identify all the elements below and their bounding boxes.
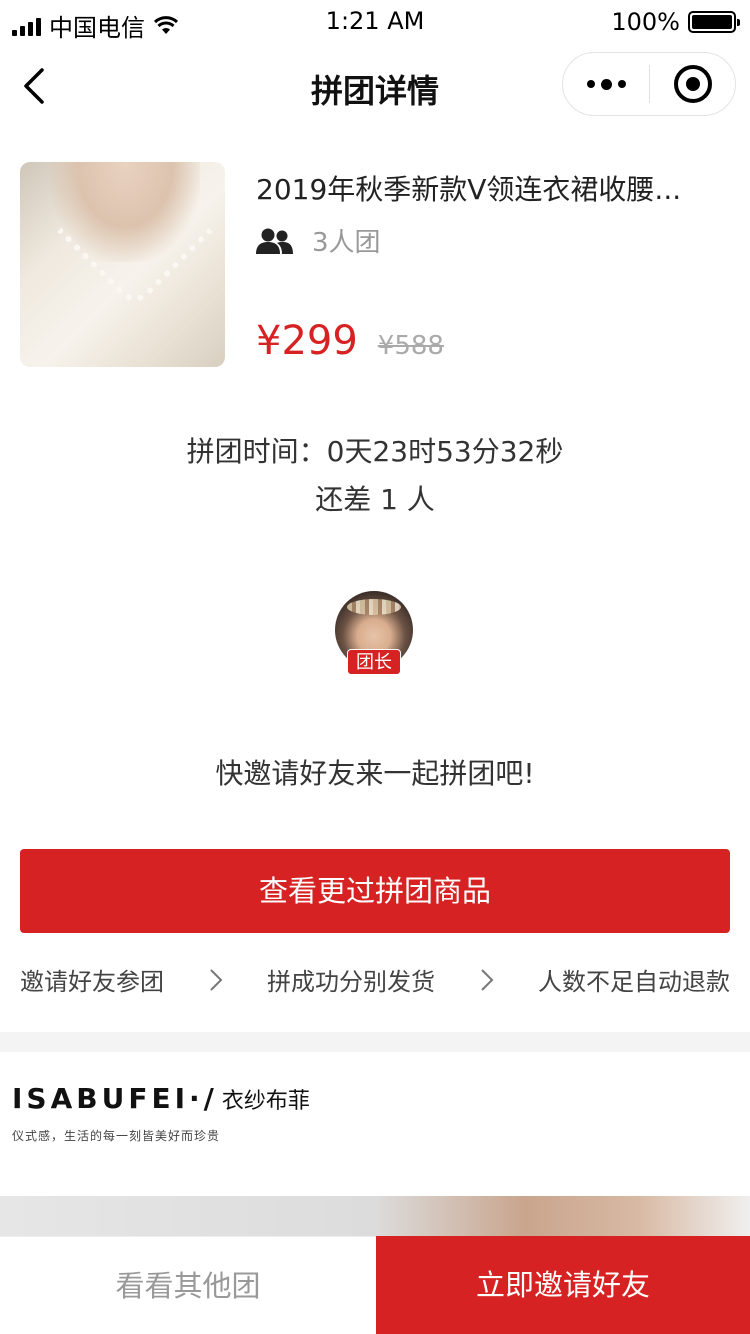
product-title: 2019年秋季新款V领连衣裙收腰... [256, 173, 682, 206]
users-icon [256, 228, 293, 254]
chevron-right-icon [480, 968, 493, 991]
group-steps: 邀请好友参团 拼成功分别发货 人数不足自动退款 [20, 962, 730, 997]
product-card[interactable]: 2019年秋季新款V领连衣裙收腰... 3人团 ¥299 ¥588 [20, 162, 730, 368]
group-leader: 团长 [335, 591, 415, 681]
invite-prompt: 快邀请好友来一起拼团吧! [215, 757, 535, 790]
brand-chinese-name: 衣纱布菲 [221, 1089, 310, 1114]
product-image[interactable] [20, 162, 225, 367]
original-price: ¥588 [377, 331, 444, 361]
group-countdown: 拼团时间：0天23时53分32秒 [186, 435, 564, 468]
status-bar: 中国电信 1:21 AM 100% [0, 0, 750, 44]
more-dot-icon [600, 78, 612, 90]
remaining-members: 还差 1 人 [315, 483, 435, 516]
miniprogram-capsule [562, 52, 736, 116]
target-icon [673, 65, 712, 103]
brand-logo: ISABUFEI·/ 衣纱布菲 [12, 1082, 310, 1115]
leader-badge: 团长 [347, 649, 401, 675]
close-miniprogram-button[interactable] [650, 53, 735, 115]
battery-icon [688, 11, 740, 33]
price-row: ¥299 ¥588 [256, 318, 444, 364]
brand-banner-image [0, 1196, 750, 1236]
view-other-groups-button[interactable]: 看看其他团 [0, 1236, 376, 1334]
invite-friends-button[interactable]: 立即邀请好友 [376, 1236, 750, 1334]
step-label: 邀请好友参团 [20, 968, 164, 996]
nav-bar: 拼团详情 [0, 44, 750, 130]
more-button[interactable] [563, 53, 649, 115]
chevron-right-icon [209, 968, 222, 991]
group-size-label: 3人团 [312, 228, 381, 258]
more-dot-icon [586, 80, 595, 88]
group-price: ¥299 [256, 318, 358, 364]
brand-slogan: 仪式感，生活的每一刻皆美好而珍贵 [12, 1129, 221, 1143]
step-label: 人数不足自动退款 [538, 968, 730, 996]
step-label: 拼成功分别发货 [267, 968, 435, 996]
bottom-action-bar: 看看其他团 立即邀请好友 [0, 1236, 750, 1334]
section-divider [0, 1032, 750, 1052]
brand-latin-name: ISABUFEI·/ [12, 1082, 218, 1115]
status-right: 100% [611, 8, 740, 36]
battery-percent: 100% [611, 8, 680, 36]
view-more-group-products-button[interactable]: 查看更过拼团商品 [20, 849, 730, 933]
group-size-row: 3人团 [256, 222, 381, 259]
brand-header: ISABUFEI·/ 衣纱布菲 仪式感，生活的每一刻皆美好而珍贵 [12, 1082, 310, 1144]
more-dot-icon [617, 80, 626, 88]
